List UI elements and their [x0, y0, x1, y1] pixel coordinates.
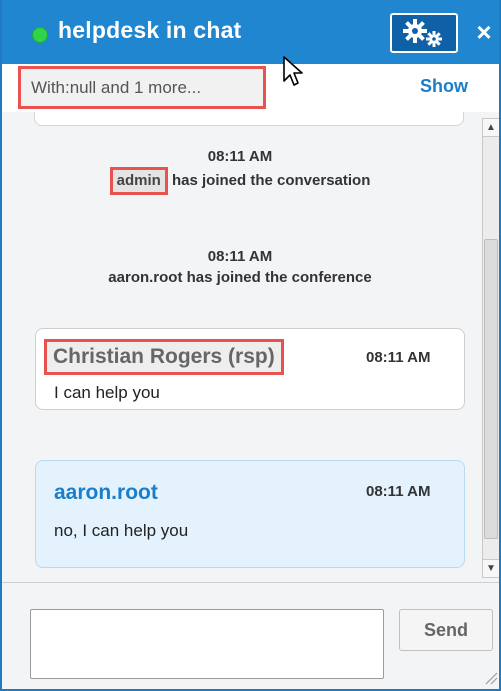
close-button[interactable]: × [472, 16, 496, 48]
scroll-up-arrow-icon[interactable]: ▲ [483, 119, 499, 137]
message-composer: Send [2, 582, 499, 689]
message-time: 08:11 AM [366, 349, 431, 366]
system-message: 08:11 AM admin has joined the conversati… [2, 148, 478, 195]
message-list[interactable]: 08:11 AM admin has joined the conversati… [2, 112, 478, 580]
online-status-icon [32, 27, 48, 43]
participants-summary: With:null and 1 more... [18, 66, 266, 109]
chat-message: Christian Rogers (rsp) 08:11 AM I can he… [35, 328, 465, 410]
message-sender: Christian Rogers (rsp) [44, 339, 284, 375]
chat-window: helpdesk in chat × With:null and 1 more.… [0, 0, 501, 691]
system-message: 08:11 AM aaron.root has joined the confe… [2, 248, 478, 286]
gears-icon [403, 19, 442, 47]
system-message-user: admin [109, 167, 168, 195]
system-message-time: 08:11 AM [207, 248, 273, 265]
resize-grip-icon[interactable] [484, 671, 498, 685]
message-text: no, I can help you [54, 521, 189, 540]
title-bar: helpdesk in chat × [2, 0, 499, 64]
system-message-time: 08:11 AM [207, 148, 273, 165]
participants-bar: With:null and 1 more... Show [2, 64, 499, 112]
send-button[interactable]: Send [399, 609, 493, 651]
message-text: I can help you [54, 383, 160, 402]
chat-message: aaron.root 08:11 AM no, I can help you [35, 460, 465, 568]
scroll-down-arrow-icon[interactable]: ▼ [483, 559, 499, 577]
settings-button[interactable] [390, 13, 458, 53]
mouse-cursor-icon [283, 56, 303, 86]
message-sender: aaron.root [54, 481, 158, 504]
message-scrollbar[interactable]: ▲ ▼ [482, 118, 499, 578]
window-title: helpdesk in chat [58, 17, 242, 43]
system-message-text: has joined the conversation [171, 172, 371, 189]
message-input[interactable] [30, 609, 384, 679]
scroll-thumb[interactable] [484, 239, 498, 539]
previous-message-bubble [34, 112, 464, 126]
message-time: 08:11 AM [366, 483, 431, 500]
system-message-text: aaron.root has joined the conference [108, 269, 372, 286]
show-participants-link[interactable]: Show [420, 76, 468, 97]
